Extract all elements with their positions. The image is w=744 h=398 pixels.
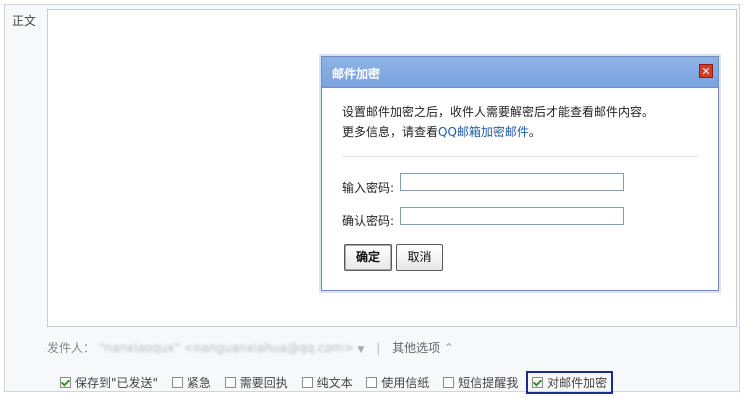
- checkbox[interactable]: [60, 377, 71, 388]
- desc-suffix: 。: [528, 125, 541, 139]
- option-label: 使用信纸: [381, 376, 430, 390]
- separator: |: [376, 341, 381, 355]
- chevron-up-icon[interactable]: ⌃: [444, 341, 454, 355]
- checkbox[interactable]: [301, 377, 313, 388]
- checkbox[interactable]: [443, 377, 455, 388]
- dialog-title: 邮件加密: [332, 67, 381, 81]
- option-save-sent[interactable]: 保存到"已发送": [60, 374, 158, 391]
- divider: [342, 156, 698, 157]
- desc-line-2: 更多信息，请查看QQ邮箱加密邮件。: [342, 122, 654, 142]
- checkbox[interactable]: [224, 377, 236, 388]
- sender-label: 发件人：: [47, 341, 96, 355]
- other-options-link[interactable]: 其他选项: [392, 341, 440, 355]
- option-label: 对邮件加密: [547, 376, 608, 390]
- option-plain-text[interactable]: 纯文本: [301, 374, 353, 391]
- option-urgent[interactable]: 紧急: [171, 374, 211, 391]
- sender-row: 发件人： "nanxiaoqux" <nanguanxiahua@qq.com>…: [47, 339, 454, 356]
- option-label: 纯文本: [316, 376, 353, 390]
- dialog-header: 邮件加密 ✕: [322, 57, 718, 88]
- dialog-description: 设置邮件加密之后，收件人需要解密后才能查看邮件内容。 更多信息，请查看QQ邮箱加…: [342, 102, 654, 142]
- checkbox[interactable]: [532, 377, 544, 388]
- desc-line-1: 设置邮件加密之后，收件人需要解密后才能查看邮件内容。: [342, 105, 655, 119]
- option-label: 保存到"已发送": [75, 376, 159, 390]
- checkbox[interactable]: [171, 377, 183, 388]
- checkbox[interactable]: [366, 377, 378, 388]
- encrypt-dialog: 邮件加密 ✕ 设置邮件加密之后，收件人需要解密后才能查看邮件内容。 更多信息，请…: [321, 56, 719, 291]
- password-input[interactable]: [400, 173, 624, 191]
- sender-name: "nanxiaoqux": [98, 341, 180, 355]
- option-read-receipt[interactable]: 需要回执: [224, 374, 288, 391]
- option-label: 需要回执: [239, 376, 288, 390]
- desc-prefix: 更多信息，请查看: [342, 125, 439, 139]
- close-icon[interactable]: ✕: [699, 64, 713, 78]
- option-sms-notify[interactable]: 短信提醒我: [443, 374, 518, 391]
- sender-address[interactable]: <nanguanxiahua@qq.com>: [184, 341, 354, 355]
- encrypt-help-link[interactable]: QQ邮箱加密邮件: [438, 125, 529, 139]
- option-stationery[interactable]: 使用信纸: [366, 374, 429, 391]
- option-label: 短信提醒我: [458, 376, 519, 390]
- option-label: 紧急: [186, 376, 211, 390]
- sender-dropdown-icon[interactable]: ▼: [357, 345, 364, 355]
- body-label: 正文: [12, 14, 37, 28]
- confirm-password-label: 确认密码:: [342, 214, 395, 228]
- cancel-button[interactable]: 取消: [396, 244, 443, 271]
- ok-button[interactable]: 确定: [344, 244, 392, 271]
- password-label: 输入密码:: [342, 181, 395, 195]
- send-options: 保存到"已发送" 紧急 需要回执 纯文本 使用信纸 短信提醒我 对邮件加密: [60, 371, 623, 394]
- confirm-password-input[interactable]: [400, 207, 624, 225]
- option-encrypt[interactable]: 对邮件加密: [526, 371, 614, 394]
